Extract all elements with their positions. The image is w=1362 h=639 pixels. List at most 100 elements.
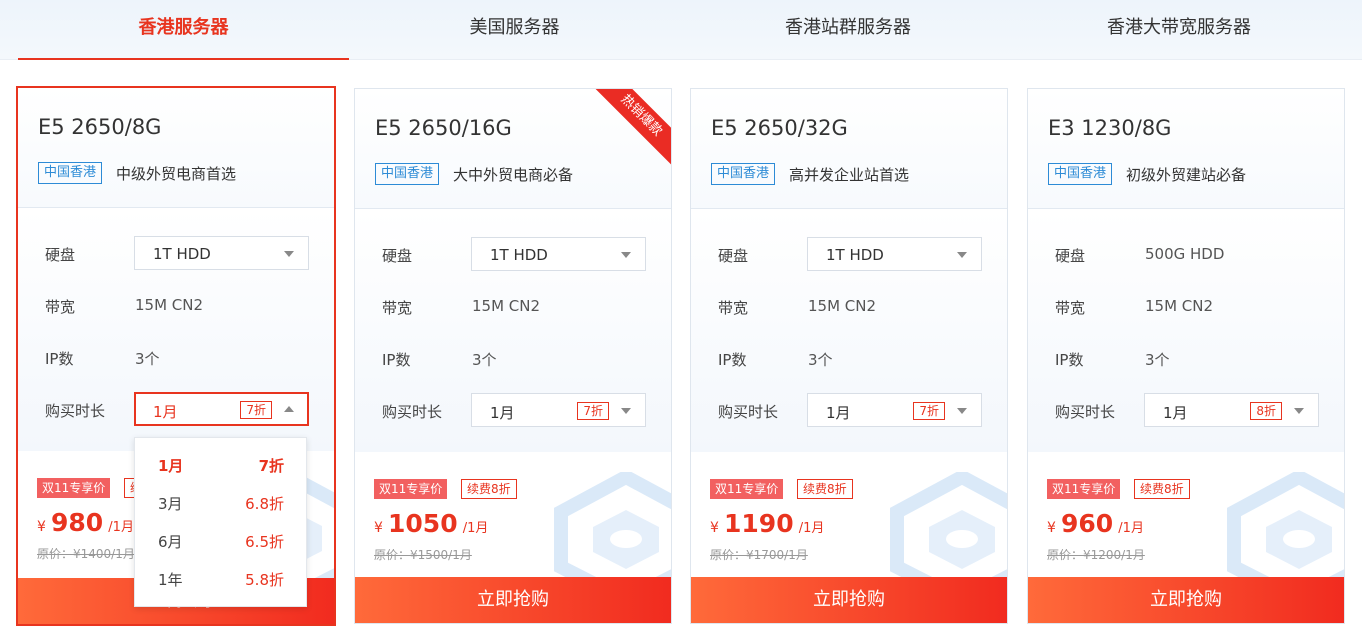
spec-row-ip: IP数 3个 xyxy=(691,341,1007,375)
select-value: 1月 xyxy=(153,403,178,421)
option-discount: 6.8折 xyxy=(245,495,284,513)
original-price: 原价：¥1700/1月 xyxy=(710,548,808,562)
discount-tag: 8折 xyxy=(1250,402,1282,420)
model-description: 大中外贸电商必备 xyxy=(453,166,574,184)
option-label: 1月 xyxy=(158,457,184,475)
select-value: 1月 xyxy=(1163,404,1188,422)
spec-row-disk: 硬盘 1T HDD xyxy=(355,237,671,271)
spec-label: 硬盘 xyxy=(1055,247,1086,265)
sale-badge: 双11专享价 xyxy=(1047,479,1121,499)
currency-symbol: ¥ xyxy=(1047,520,1056,536)
spec-value: 15M CN2 xyxy=(1145,297,1214,315)
tab-us-server[interactable]: 美国服务器 xyxy=(349,0,680,60)
spec-row-ip: IP数 3个 xyxy=(1028,341,1344,375)
spec-list: 硬盘 1T HDD 带宽 15M CN2 IP数 3个 购买时长 1月 7折 xyxy=(691,210,1007,452)
spec-label: IP数 xyxy=(382,351,411,369)
spec-row-duration: 购买时长 1月 7折 xyxy=(18,392,334,426)
spec-label: 带宽 xyxy=(718,299,749,317)
model-title: E5 2650/8G xyxy=(38,115,162,139)
spec-row-ip: IP数 3个 xyxy=(18,340,334,374)
duration-option-1m[interactable]: 1月 7折 xyxy=(135,446,306,484)
spec-row-disk: 硬盘 500G HDD xyxy=(1028,237,1344,271)
spec-label: 硬盘 xyxy=(45,246,76,264)
card-header: E5 2650/32G 中国香港 高并发企业站首选 xyxy=(691,89,1007,209)
price-period: /1月 xyxy=(108,520,134,535)
renew-badge: 续费8折 xyxy=(461,479,517,499)
spec-list: 硬盘 1T HDD 带宽 15M CN2 IP数 3个 购买时长 1月 7折 xyxy=(18,209,334,451)
duration-option-1y[interactable]: 1年 5.8折 xyxy=(135,560,306,598)
duration-select[interactable]: 1月 7折 xyxy=(134,392,309,426)
original-price: 原价：¥1400/1月 xyxy=(37,547,135,561)
model-description: 高并发企业站首选 xyxy=(789,166,910,184)
renew-badge: 续费8折 xyxy=(1134,479,1190,499)
duration-option-3m[interactable]: 3月 6.8折 xyxy=(135,484,306,522)
spec-label: IP数 xyxy=(1055,351,1084,369)
model-title: E5 2650/32G xyxy=(711,116,848,140)
product-card: E5 2650/32G 中国香港 高并发企业站首选 硬盘 1T HDD 带宽 1… xyxy=(690,88,1008,624)
sale-badge: 双11专享价 xyxy=(37,478,111,498)
price-period: /1月 xyxy=(462,521,489,536)
spec-list: 硬盘 1T HDD 带宽 15M CN2 IP数 3个 购买时长 1月 7折 xyxy=(355,210,671,452)
spec-label: 带宽 xyxy=(382,299,413,317)
price-period: /1月 xyxy=(1118,521,1144,536)
model-title: E3 1230/8G xyxy=(1048,116,1172,140)
duration-select[interactable]: 1月 8折 xyxy=(1144,393,1319,427)
spec-row-bandwidth: 带宽 15M CN2 xyxy=(18,288,334,322)
price: ¥ 960 /1月 xyxy=(1047,509,1144,538)
spec-row-ip: IP数 3个 xyxy=(355,341,671,375)
sale-badge: 双11专享价 xyxy=(374,479,448,499)
model-description: 初级外贸建站必备 xyxy=(1126,166,1247,184)
spec-label: 购买时长 xyxy=(1055,403,1116,421)
currency-symbol: ¥ xyxy=(710,520,719,536)
option-label: 1年 xyxy=(158,571,183,589)
option-label: 6月 xyxy=(158,533,183,551)
tab-hk-server[interactable]: 香港服务器 xyxy=(18,0,349,60)
disk-select[interactable]: 1T HDD xyxy=(807,237,982,271)
spec-label: IP数 xyxy=(45,350,74,368)
duration-option-6m[interactable]: 6月 6.5折 xyxy=(135,522,306,560)
price: ¥ 980 /1月 xyxy=(37,508,134,537)
original-price: 原价：¥1500/1月 xyxy=(374,548,472,562)
card-header: E5 2650/8G 中国香港 中级外贸电商首选 xyxy=(18,88,334,208)
tab-hk-bandwidth[interactable]: 香港大带宽服务器 xyxy=(1016,0,1342,60)
server-deco-icon xyxy=(890,472,1007,579)
spec-value: 15M CN2 xyxy=(808,297,877,315)
price: ¥ 1190 /1月 xyxy=(710,509,824,538)
spec-label: 购买时长 xyxy=(45,402,106,420)
duration-select[interactable]: 1月 7折 xyxy=(807,393,982,427)
spec-row-duration: 购买时长 1月 8折 xyxy=(1028,393,1344,427)
price-value: 1190 xyxy=(724,509,794,538)
spec-row-bandwidth: 带宽 15M CN2 xyxy=(355,289,671,323)
tab-hk-station-group[interactable]: 香港站群服务器 xyxy=(680,0,1016,60)
product-card: E5 2650/16G 中国香港 大中外贸电商必备 硬盘 1T HDD 带宽 1… xyxy=(354,88,672,624)
duration-dropdown-menu: 1月 7折 3月 6.8折 6月 6.5折 1年 5.8折 xyxy=(134,437,307,607)
original-price: 原价：¥1200/1月 xyxy=(1047,548,1145,562)
option-discount: 6.5折 xyxy=(245,533,284,551)
spec-value: 3个 xyxy=(472,351,497,369)
model-description: 中级外贸电商首选 xyxy=(116,165,237,183)
spec-label: 购买时长 xyxy=(718,403,779,421)
chevron-down-icon xyxy=(957,408,967,414)
duration-select[interactable]: 1月 7折 xyxy=(471,393,646,427)
spec-row-duration: 购买时长 1月 7折 xyxy=(691,393,1007,427)
chevron-down-icon xyxy=(284,251,294,257)
spec-value: 3个 xyxy=(135,350,160,368)
discount-tag: 7折 xyxy=(240,401,272,419)
buy-now-button[interactable]: 立即抢购 xyxy=(1028,577,1344,623)
renew-badge: 续费8折 xyxy=(797,479,853,499)
product-card: E3 1230/8G 中国香港 初级外贸建站必备 硬盘 500G HDD 带宽 … xyxy=(1027,88,1345,624)
buy-now-button[interactable]: 立即抢购 xyxy=(691,577,1007,623)
buy-now-button[interactable]: 立即抢购 xyxy=(355,577,671,623)
disk-select[interactable]: 1T HDD xyxy=(471,237,646,271)
select-value: 1月 xyxy=(490,404,515,422)
region-tag: 中国香港 xyxy=(1048,163,1113,185)
spec-label: IP数 xyxy=(718,351,747,369)
price-value: 980 xyxy=(51,508,104,537)
price: ¥ 1050 /1月 xyxy=(374,509,488,538)
spec-value: 500G HDD xyxy=(1145,245,1225,263)
spec-value: 3个 xyxy=(808,351,833,369)
disk-select[interactable]: 1T HDD xyxy=(134,236,309,270)
region-tag: 中国香港 xyxy=(375,163,440,185)
select-value: 1月 xyxy=(826,404,851,422)
spec-row-bandwidth: 带宽 15M CN2 xyxy=(1028,289,1344,323)
